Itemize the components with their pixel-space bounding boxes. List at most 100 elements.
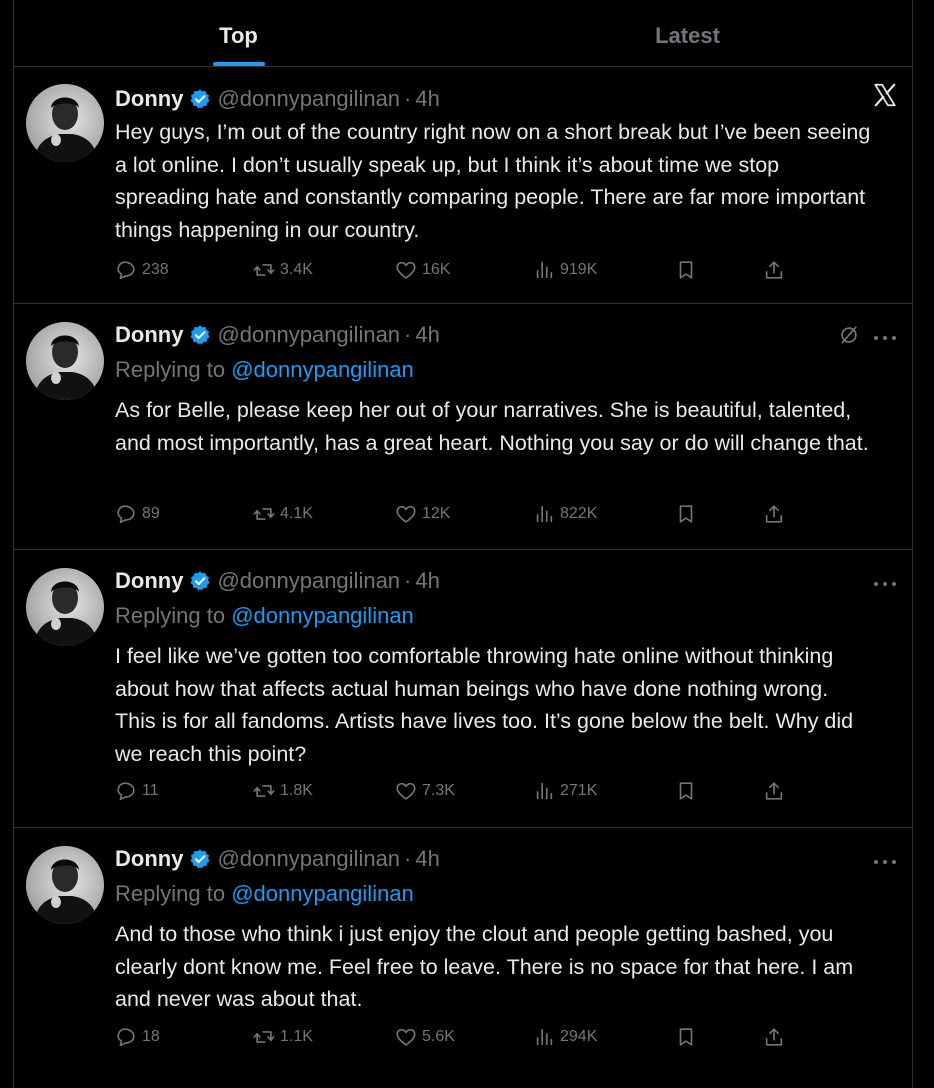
retweet-button[interactable]: 1.1K	[253, 1026, 313, 1048]
separator-dot: ·	[404, 568, 412, 593]
replying-to-handle[interactable]: @donnypangilinan	[231, 881, 414, 906]
display-name[interactable]: Donny	[115, 86, 183, 112]
handle[interactable]: @donnypangilinan	[217, 568, 400, 594]
timeline: Top Latest Donny @donnypangilinan · 4h H…	[0, 0, 934, 1088]
grok-icon[interactable]	[838, 324, 860, 346]
tweet[interactable]: Donny @donnypangilinan · 4h Replying to …	[14, 304, 912, 550]
more-dot-icon	[883, 860, 887, 864]
handle[interactable]: @donnypangilinan	[217, 846, 400, 872]
tab-top-label: Top	[219, 23, 258, 48]
retweet-count: 1.8K	[280, 782, 313, 799]
retweet-button[interactable]: 1.8K	[253, 780, 313, 802]
replying-to-handle[interactable]: @donnypangilinan	[231, 603, 414, 628]
bookmark-button[interactable]	[675, 780, 702, 802]
avatar[interactable]	[26, 84, 104, 162]
tweet[interactable]: Donny @donnypangilinan · 4h Hey guys, I’…	[14, 68, 912, 304]
more-options-button[interactable]	[874, 578, 896, 590]
retweet-icon	[253, 785, 275, 797]
reply-count: 89	[142, 505, 160, 522]
reply-count: 238	[142, 261, 169, 278]
like-button[interactable]: 7.3K	[395, 780, 455, 802]
more-dot-icon	[892, 336, 896, 340]
share-icon	[765, 505, 783, 523]
reply-icon	[117, 782, 135, 801]
tweet[interactable]: Donny @donnypangilinan · 4h Replying to …	[14, 828, 912, 1088]
views-bar-chart-icon	[536, 505, 553, 523]
heart-icon	[396, 782, 416, 800]
retweet-icon	[253, 1031, 275, 1043]
tab-latest-label: Latest	[655, 23, 720, 48]
timestamp[interactable]: 4h	[415, 568, 439, 594]
views-button[interactable]: 294K	[533, 1026, 597, 1048]
tweet-text: Hey guys, I’m out of the country right n…	[115, 120, 871, 242]
handle[interactable]: @donnypangilinan	[217, 322, 400, 348]
reply-button[interactable]: 238	[115, 259, 169, 281]
avatar-portrait-icon	[34, 335, 98, 400]
retweet-button[interactable]: 4.1K	[253, 503, 313, 525]
timestamp[interactable]: 4h	[415, 846, 439, 872]
replying-to-label: Replying to	[115, 357, 226, 382]
tweet-header: Donny @donnypangilinan · 4h	[115, 845, 872, 873]
view-count: 919K	[560, 261, 598, 278]
bookmark-button[interactable]	[675, 1026, 702, 1048]
views-bar-chart-icon	[536, 261, 553, 279]
tab-top[interactable]: Top	[14, 0, 463, 67]
avatar[interactable]	[26, 322, 104, 400]
column-border-right	[912, 0, 913, 1088]
retweet-count: 1.1K	[280, 1028, 313, 1045]
replying-to: Replying to @donnypangilinan	[115, 356, 872, 384]
bookmark-icon	[679, 505, 693, 523]
share-button[interactable]	[763, 259, 790, 281]
retweet-button[interactable]: 3.4K	[253, 259, 313, 281]
share-button[interactable]	[763, 503, 790, 525]
bookmark-button[interactable]	[675, 259, 702, 281]
like-button[interactable]: 16K	[395, 259, 450, 281]
share-button[interactable]	[763, 780, 790, 802]
share-button[interactable]	[763, 1026, 790, 1048]
timestamp[interactable]: 4h	[415, 86, 439, 112]
like-button[interactable]: 12K	[395, 503, 450, 525]
separator-dot: ·	[404, 322, 412, 347]
share-icon	[765, 1028, 783, 1046]
views-button[interactable]: 271K	[533, 780, 597, 802]
view-count: 822K	[560, 505, 598, 522]
x-logo-icon[interactable]	[872, 82, 898, 108]
tweet-text: I feel like we’ve gotten too comfortable…	[115, 644, 854, 766]
replying-to-handle[interactable]: @donnypangilinan	[231, 357, 414, 382]
heart-icon	[396, 505, 416, 523]
view-count: 294K	[560, 1028, 598, 1045]
tweet-body: Donny @donnypangilinan · 4h Replying to …	[115, 567, 872, 770]
display-name[interactable]: Donny	[115, 322, 183, 348]
retweet-icon	[253, 264, 275, 276]
heart-icon	[396, 1028, 416, 1046]
display-name[interactable]: Donny	[115, 568, 183, 594]
views-button[interactable]: 822K	[533, 503, 597, 525]
like-button[interactable]: 5.6K	[395, 1026, 455, 1048]
handle[interactable]: @donnypangilinan	[217, 86, 400, 112]
share-icon	[765, 782, 783, 800]
tweet-header: Donny @donnypangilinan · 4h	[115, 321, 872, 349]
views-button[interactable]: 919K	[533, 259, 597, 281]
reply-button[interactable]: 11	[115, 780, 159, 802]
bookmark-icon	[679, 1028, 693, 1046]
separator-dot: ·	[404, 846, 412, 871]
display-name[interactable]: Donny	[115, 846, 183, 872]
reply-button[interactable]: 89	[115, 503, 160, 525]
reply-icon	[117, 505, 135, 524]
tweet-text: And to those who think i just enjoy the …	[115, 922, 854, 1011]
avatar[interactable]	[26, 568, 104, 646]
more-options-button[interactable]	[874, 856, 896, 868]
verified-badge-icon	[190, 325, 210, 345]
bookmark-button[interactable]	[675, 503, 702, 525]
tweet-body: Donny @donnypangilinan · 4h Hey guys, I’…	[115, 85, 872, 246]
retweet-icon	[253, 508, 275, 520]
avatar[interactable]	[26, 846, 104, 924]
reply-button[interactable]: 18	[115, 1026, 160, 1048]
timestamp[interactable]: 4h	[415, 322, 439, 348]
reply-icon	[117, 261, 135, 280]
tweet-actions: 238 3.4K 16K 919K	[115, 259, 815, 285]
avatar-portrait-icon	[34, 97, 98, 162]
tab-latest[interactable]: Latest	[463, 0, 912, 67]
tweet[interactable]: Donny @donnypangilinan · 4h Replying to …	[14, 550, 912, 828]
more-options-button[interactable]	[874, 332, 896, 344]
